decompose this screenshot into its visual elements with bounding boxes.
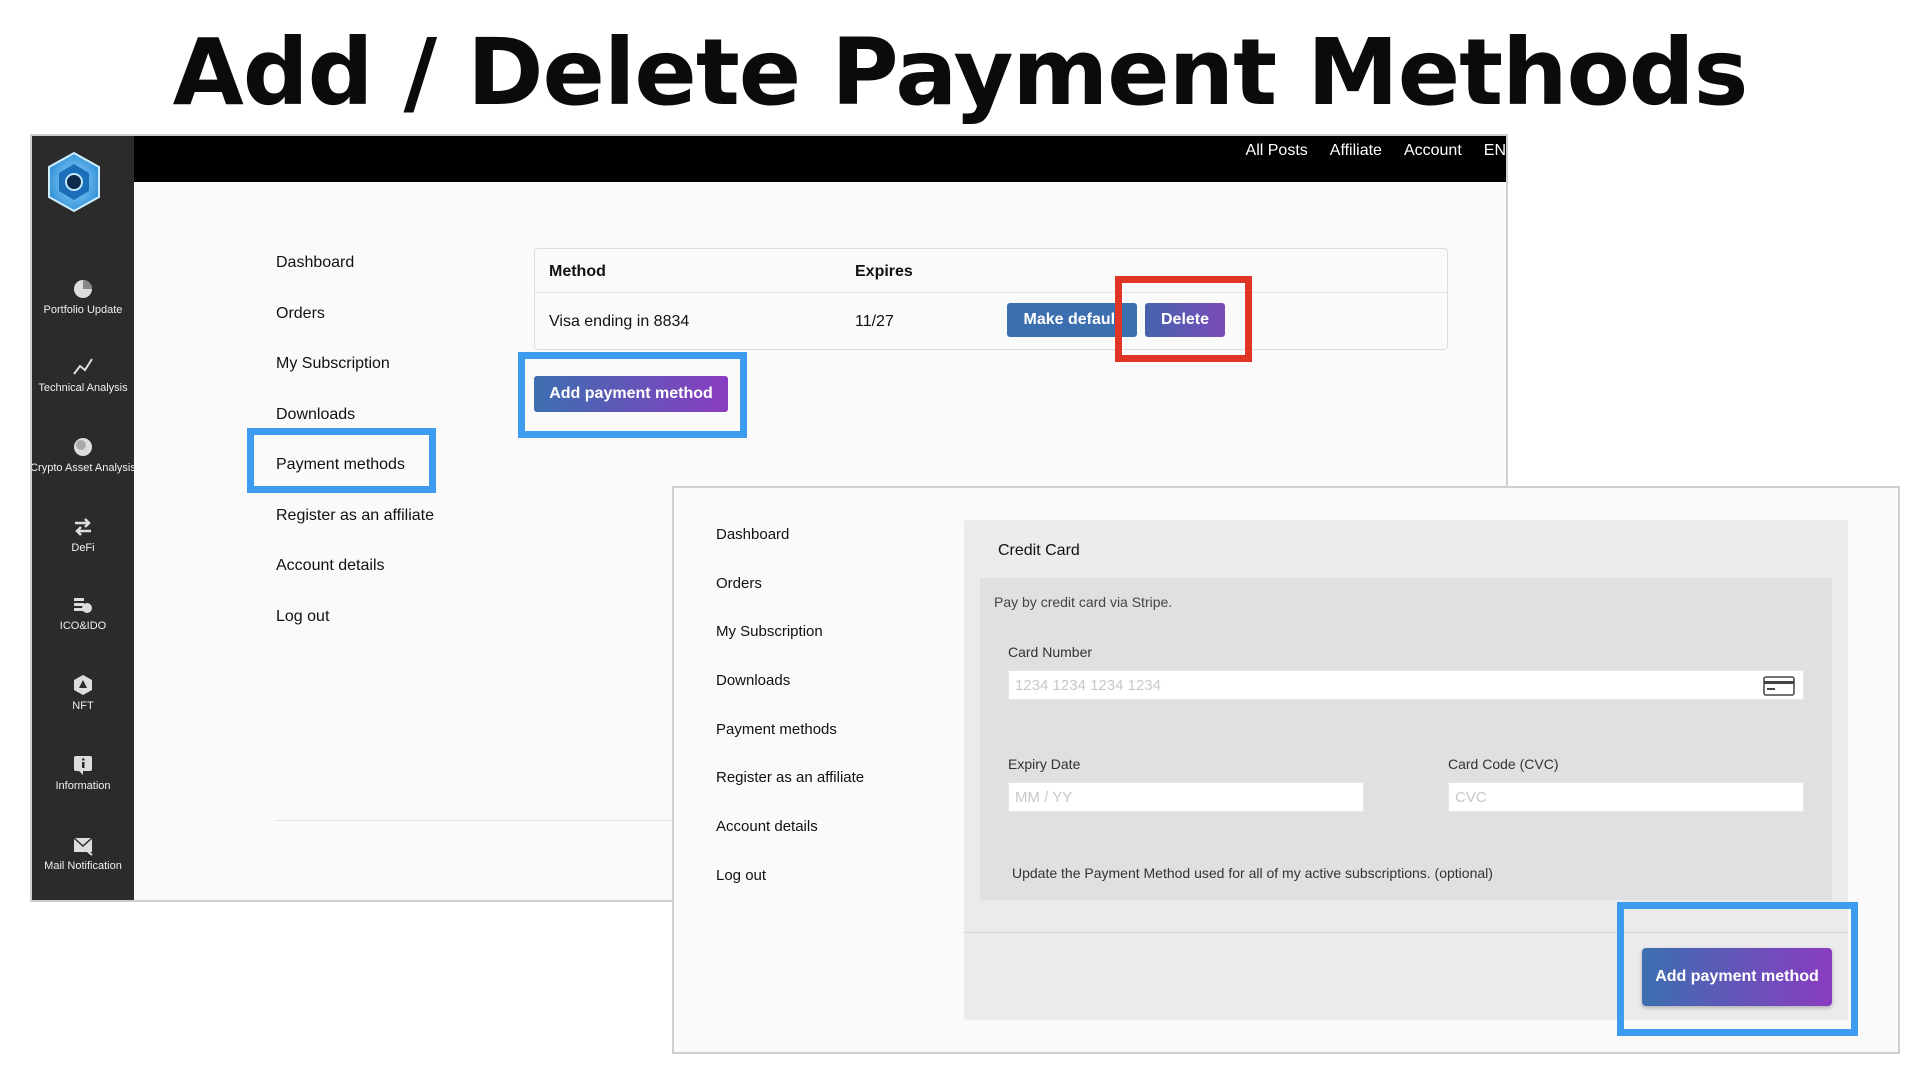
add-payment-method-screenshot: Dashboard Orders My Subscription Downloa… [672, 486, 1900, 1054]
account-nav: Dashboard Orders My Subscription Downloa… [716, 526, 864, 916]
app-logo-icon[interactable] [42, 150, 106, 214]
make-default-button[interactable]: Make default [1007, 303, 1137, 337]
nav-link-affiliate[interactable]: Affiliate [1330, 142, 1382, 160]
payment-methods-table: Method Expires Visa ending in 8834 11/27… [534, 248, 1448, 350]
nav-link-language[interactable]: EN [1484, 142, 1506, 160]
account-nav: Dashboard Orders My Subscription Downloa… [276, 254, 434, 658]
account-nav-dashboard[interactable]: Dashboard [716, 526, 864, 575]
info-icon [74, 756, 92, 775]
method-cell: Visa ending in 8834 [549, 313, 690, 330]
update-subscriptions-note[interactable]: Update the Payment Method used for all o… [1012, 865, 1493, 881]
coin-icon [74, 438, 92, 456]
sidebar-item-crypto-asset-analysis[interactable]: Crypto Asset Analysis [30, 436, 140, 474]
submit-add-payment-method-button[interactable]: Add payment method [1642, 948, 1832, 1006]
slide-title: Add / Delete Payment Methods [172, 19, 1749, 126]
sidebar-item-portfolio-update[interactable]: Portfolio Update [32, 278, 140, 316]
expiry-placeholder: MM / YY [1015, 789, 1073, 806]
payment-form: Credit Card Pay by credit card via Strip… [964, 520, 1848, 1020]
sidebar-item-label: Mail Notification [44, 860, 122, 872]
sidebar-item-label: Portfolio Update [43, 304, 123, 316]
account-nav-account-details[interactable]: Account details [276, 557, 434, 608]
pie-chart-icon [74, 280, 92, 298]
expiry-date-field[interactable]: MM / YY [1008, 782, 1364, 812]
sidebar-item-label: Information [55, 780, 111, 792]
account-nav-downloads[interactable]: Downloads [276, 406, 434, 457]
account-nav-payment-methods[interactable]: Payment methods [276, 456, 434, 507]
account-nav-payment-methods[interactable]: Payment methods [716, 721, 864, 770]
top-navbar: All Posts Affiliate Account EN [134, 136, 1506, 182]
nav-link-all-posts[interactable]: All Posts [1246, 142, 1308, 160]
app-sidebar: Portfolio Update Technical Analysis Cryp… [32, 136, 136, 900]
coins-stack-icon [74, 598, 92, 613]
swap-arrows-icon [75, 518, 91, 536]
sidebar-item-mail-notification[interactable]: Mail Notification [32, 834, 140, 872]
top-nav-links: All Posts Affiliate Account EN [1246, 142, 1506, 160]
delete-button[interactable]: Delete [1145, 303, 1225, 337]
sidebar-item-information[interactable]: Information [32, 754, 140, 792]
account-nav-my-subscription[interactable]: My Subscription [716, 623, 864, 672]
sidebar-item-nft[interactable]: NFT [32, 674, 140, 712]
account-nav-account-details[interactable]: Account details [716, 818, 864, 867]
sidebar-item-label: Crypto Asset Analysis [30, 462, 136, 474]
card-number-label: Card Number [1008, 644, 1093, 660]
credit-card-panel: Pay by credit card via Stripe. Card Numb… [980, 578, 1832, 900]
divider [276, 820, 696, 821]
account-nav-register-affiliate[interactable]: Register as an affiliate [276, 507, 434, 558]
sidebar-item-ico-ido[interactable]: ICO&IDO [32, 594, 140, 632]
cvc-placeholder: CVC [1455, 789, 1487, 806]
credit-card-icon [1763, 676, 1795, 696]
sidebar-item-technical-analysis[interactable]: Technical Analysis [32, 356, 140, 394]
account-nav-register-affiliate[interactable]: Register as an affiliate [716, 769, 864, 818]
sidebar-item-label: ICO&IDO [59, 620, 107, 632]
column-header-expires: Expires [855, 263, 913, 280]
account-nav-log-out[interactable]: Log out [276, 608, 434, 659]
card-number-field[interactable]: 1234 1234 1234 1234 [1008, 670, 1804, 700]
table-header: Method Expires [535, 249, 1447, 293]
expires-cell: 11/27 [855, 313, 894, 330]
sidebar-item-label: NFT [72, 700, 94, 712]
account-nav-downloads[interactable]: Downloads [716, 672, 864, 721]
nav-link-account[interactable]: Account [1404, 142, 1462, 160]
line-chart-icon [73, 358, 93, 375]
credit-card-tab[interactable]: Credit Card [998, 542, 1080, 560]
add-payment-method-button[interactable]: Add payment method [534, 376, 728, 412]
stripe-description: Pay by credit card via Stripe. [994, 594, 1173, 610]
sidebar-item-label: DeFi [71, 542, 95, 554]
cvc-label: Card Code (CVC) [1448, 756, 1559, 772]
sidebar-item-defi[interactable]: DeFi [32, 516, 140, 554]
mail-icon [73, 837, 93, 856]
account-nav-dashboard[interactable]: Dashboard [276, 254, 434, 305]
account-nav-orders[interactable]: Orders [716, 575, 864, 624]
account-nav-orders[interactable]: Orders [276, 305, 434, 356]
divider [964, 932, 1848, 933]
sidebar-item-label: Technical Analysis [38, 382, 128, 394]
column-header-method: Method [549, 263, 606, 280]
nft-hexagon-icon [74, 675, 92, 695]
expiry-date-label: Expiry Date [1008, 756, 1081, 772]
cvc-field[interactable]: CVC [1448, 782, 1804, 812]
account-nav-my-subscription[interactable]: My Subscription [276, 355, 434, 406]
card-number-placeholder: 1234 1234 1234 1234 [1015, 677, 1161, 694]
account-nav-log-out[interactable]: Log out [716, 867, 864, 916]
